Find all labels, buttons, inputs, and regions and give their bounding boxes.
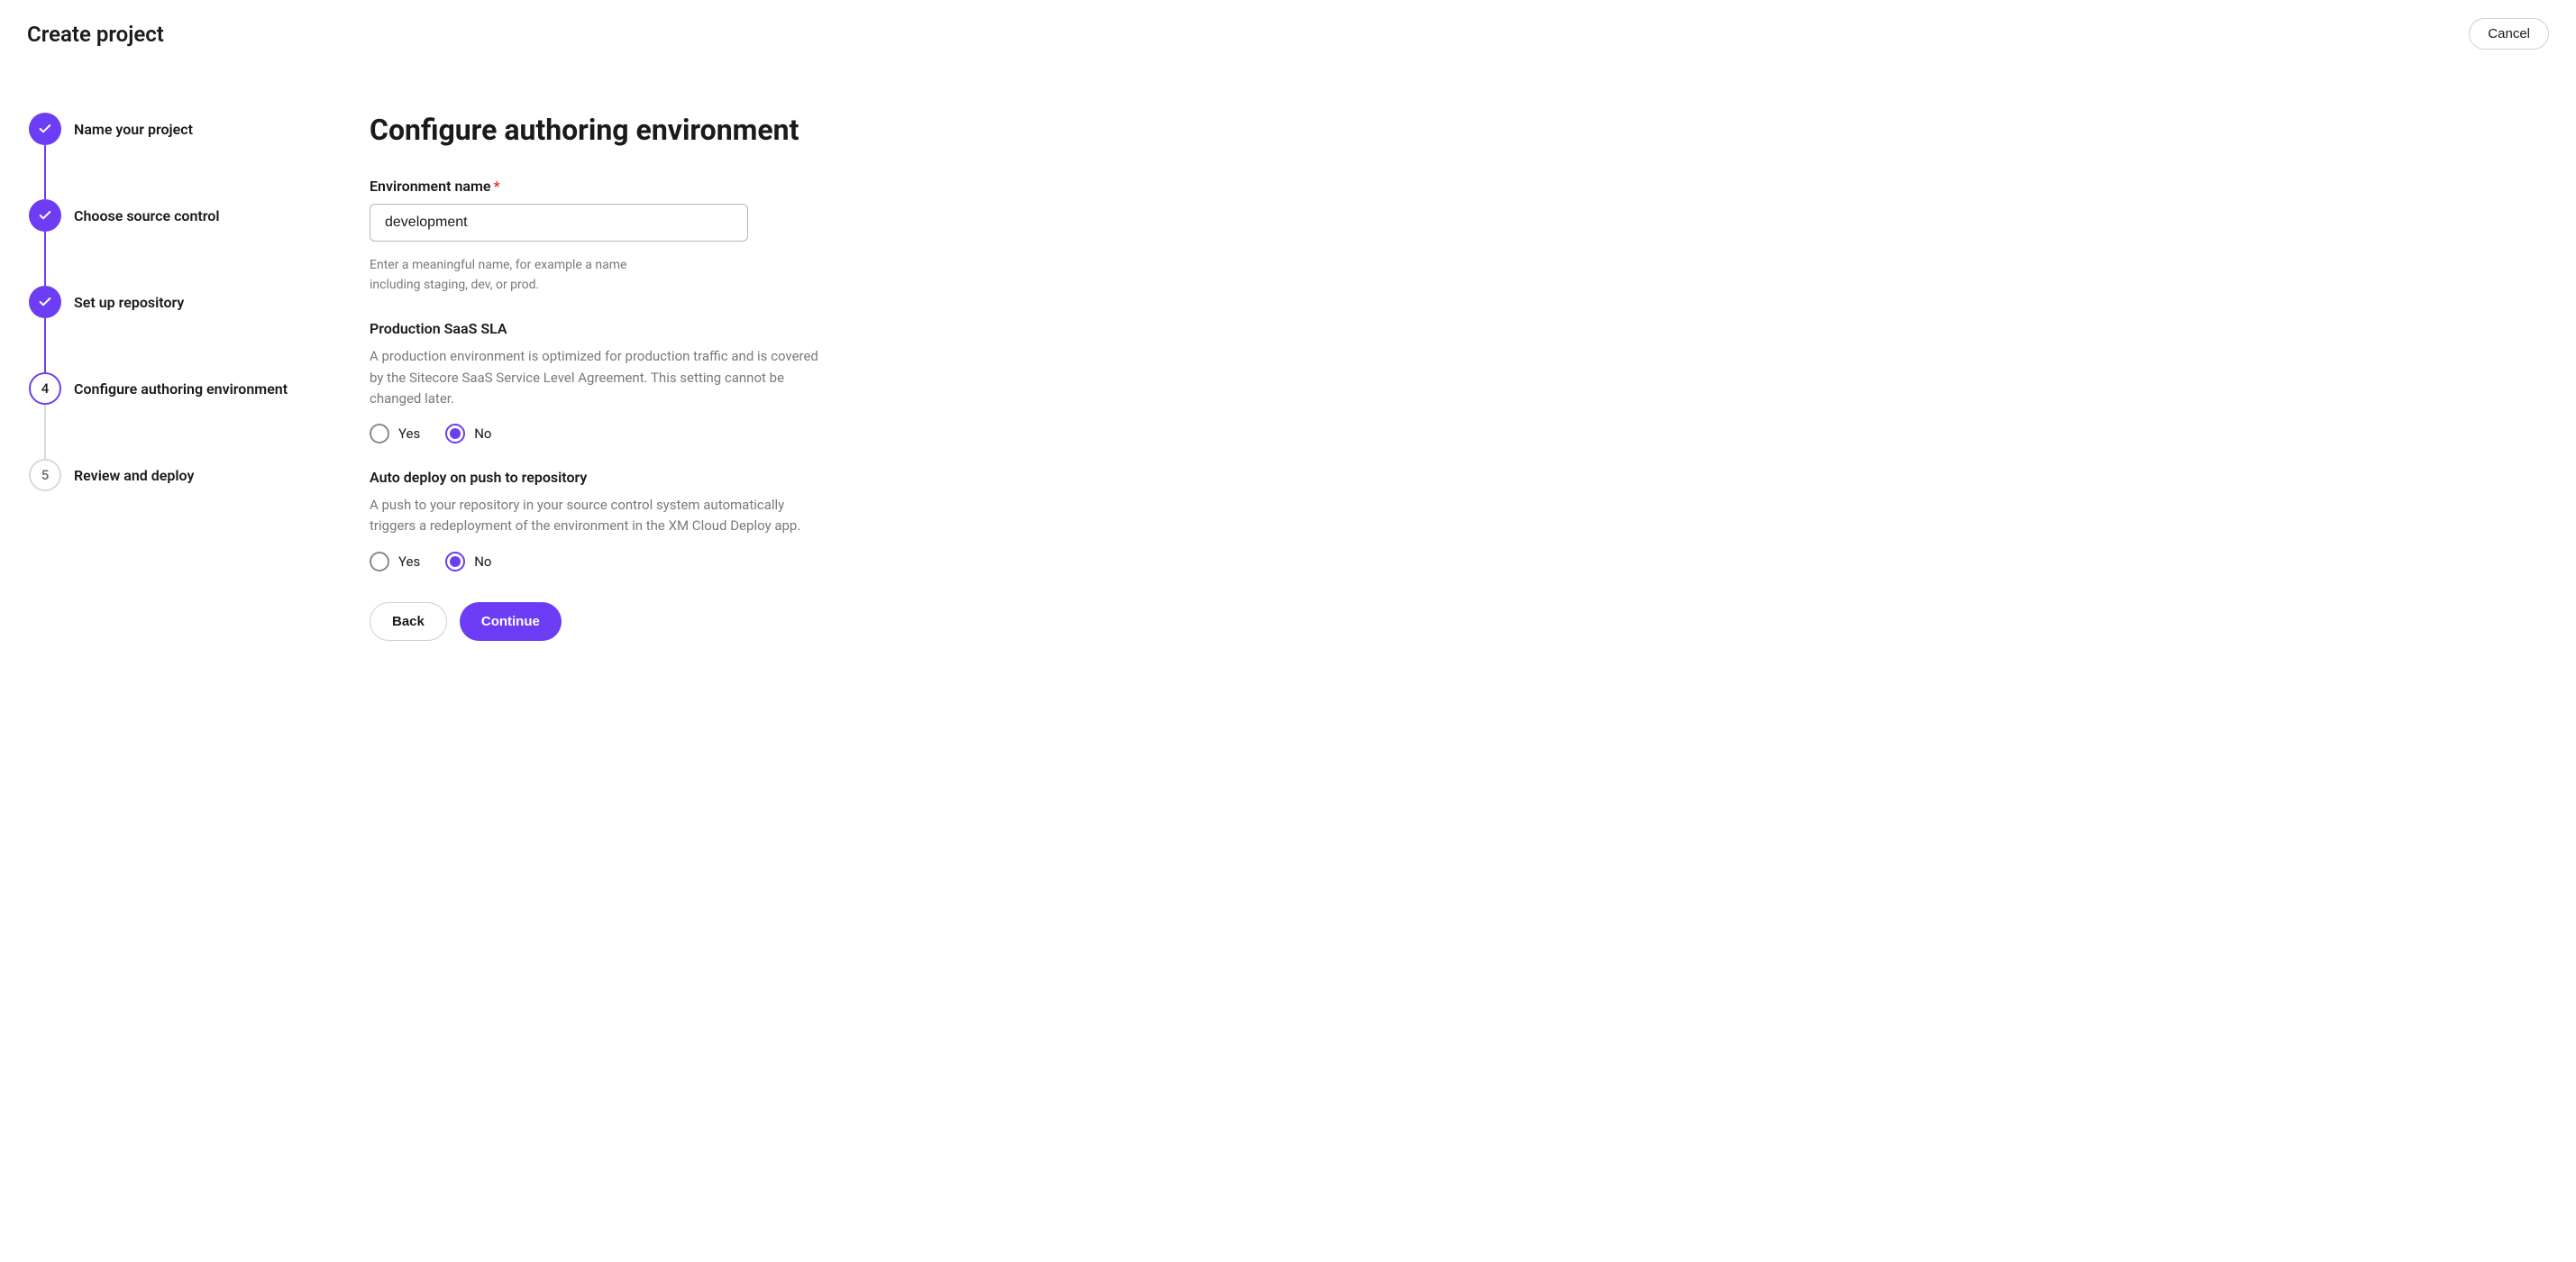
checkmark-icon bbox=[29, 286, 61, 318]
environment-name-helper: Enter a meaningful name, for example a n… bbox=[370, 256, 631, 295]
page-title: Create project bbox=[27, 22, 164, 47]
step-source-control[interactable]: Choose source control bbox=[29, 199, 370, 232]
required-asterisk: * bbox=[494, 178, 500, 195]
wizard-stepper: Name your project Choose source control … bbox=[27, 113, 370, 491]
sla-label: Production SaaS SLA bbox=[370, 320, 1199, 337]
radio-icon bbox=[445, 552, 465, 572]
autodeploy-description: A push to your repository in your source… bbox=[370, 495, 820, 537]
sla-radio-no[interactable]: No bbox=[445, 424, 491, 444]
radio-icon bbox=[370, 424, 389, 444]
page-header: Create project Cancel bbox=[27, 18, 2549, 50]
step-connector bbox=[44, 318, 46, 372]
radio-label: Yes bbox=[398, 425, 420, 442]
sla-description: A production environment is optimized fo… bbox=[370, 346, 820, 409]
step-label: Name your project bbox=[74, 121, 193, 138]
radio-label: No bbox=[474, 553, 491, 570]
autodeploy-radio-group: Yes No bbox=[370, 552, 1199, 572]
radio-icon bbox=[370, 552, 389, 572]
checkmark-icon bbox=[29, 113, 61, 145]
form-title: Configure authoring environment bbox=[370, 113, 1199, 147]
checkmark-icon bbox=[29, 199, 61, 232]
cancel-button[interactable]: Cancel bbox=[2469, 18, 2549, 50]
radio-label: Yes bbox=[398, 553, 420, 570]
sla-radio-yes[interactable]: Yes bbox=[370, 424, 420, 444]
form-actions: Back Continue bbox=[370, 602, 1199, 641]
step-setup-repository[interactable]: Set up repository bbox=[29, 286, 370, 318]
step-number-icon: 4 bbox=[29, 372, 61, 405]
back-button[interactable]: Back bbox=[370, 602, 447, 641]
step-review-deploy[interactable]: 5 Review and deploy bbox=[29, 459, 370, 491]
step-label: Configure authoring environment bbox=[74, 380, 288, 398]
radio-label: No bbox=[474, 425, 491, 442]
radio-icon bbox=[445, 424, 465, 444]
step-label: Set up repository bbox=[74, 294, 184, 311]
step-label: Choose source control bbox=[74, 207, 220, 224]
environment-name-input[interactable] bbox=[370, 204, 748, 242]
autodeploy-field: Auto deploy on push to repository A push… bbox=[370, 469, 1199, 572]
step-connector bbox=[44, 405, 46, 459]
sla-radio-group: Yes No bbox=[370, 424, 1199, 444]
form-main: Configure authoring environment Environm… bbox=[370, 113, 1199, 641]
environment-name-field: Environment name* Enter a meaningful nam… bbox=[370, 178, 1199, 295]
step-name-project[interactable]: Name your project bbox=[29, 113, 370, 145]
step-connector bbox=[44, 145, 46, 199]
sla-field: Production SaaS SLA A production environ… bbox=[370, 320, 1199, 444]
continue-button[interactable]: Continue bbox=[460, 602, 562, 641]
step-label: Review and deploy bbox=[74, 467, 194, 484]
step-number-icon: 5 bbox=[29, 459, 61, 491]
step-connector bbox=[44, 232, 46, 286]
autodeploy-label: Auto deploy on push to repository bbox=[370, 469, 1199, 486]
environment-name-label: Environment name* bbox=[370, 178, 1199, 195]
step-configure-env[interactable]: 4 Configure authoring environment bbox=[29, 372, 370, 405]
autodeploy-radio-no[interactable]: No bbox=[445, 552, 491, 572]
autodeploy-radio-yes[interactable]: Yes bbox=[370, 552, 420, 572]
